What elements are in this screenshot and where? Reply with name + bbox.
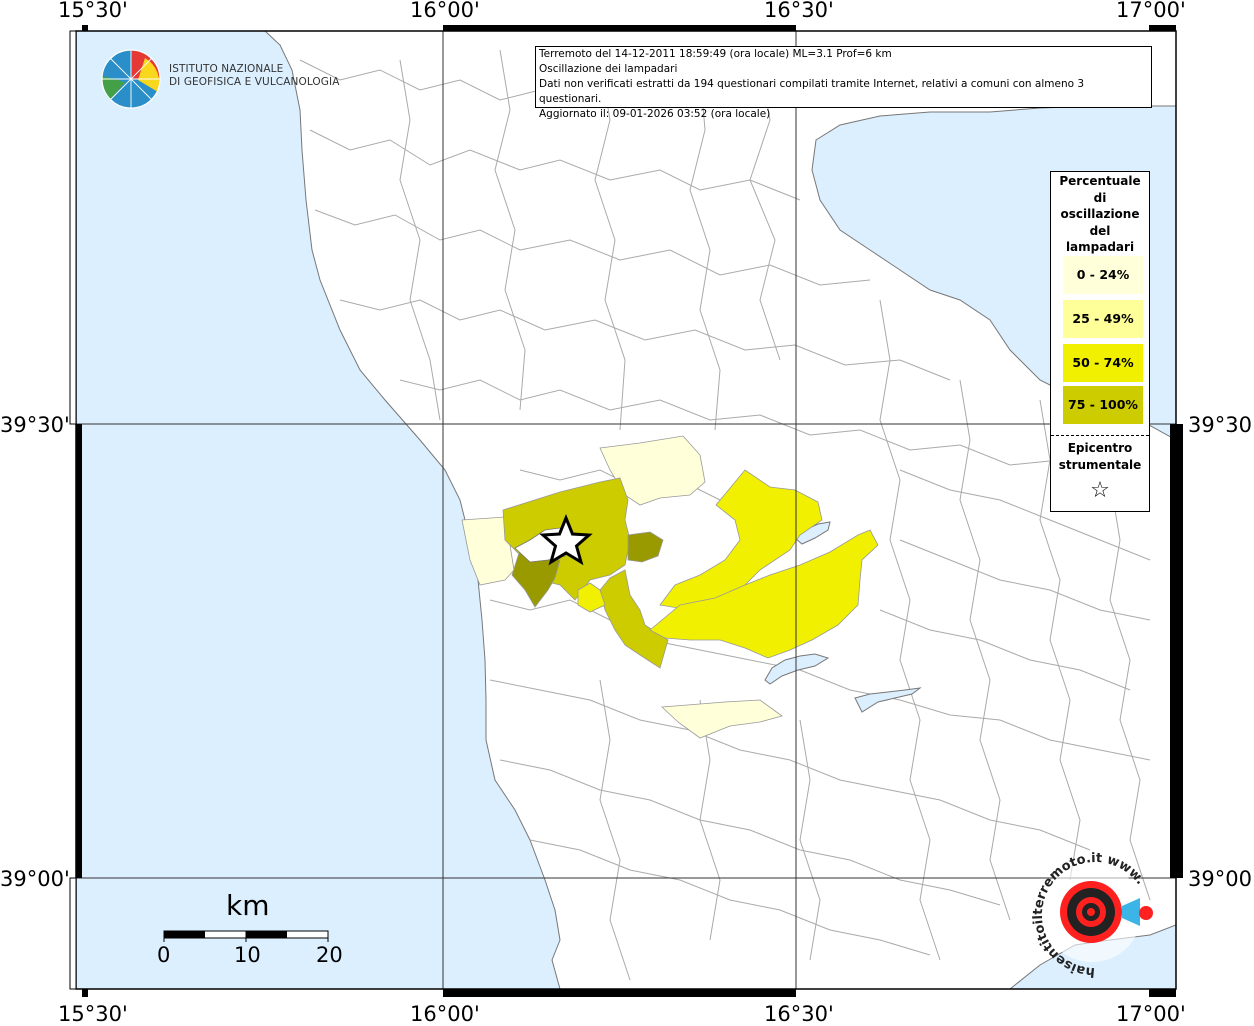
legend-swatch-75-100: 75 - 100%: [1063, 386, 1143, 424]
lon-label-top-2: 16°00': [410, 0, 480, 22]
legend-epicenter-line-2: strumentale: [1058, 457, 1142, 472]
legend-swatch-25-49: 25 - 49%: [1063, 300, 1143, 338]
legend-header-line-3: oscillazione: [1060, 207, 1140, 221]
lon-label-top-4: 17°00': [1116, 0, 1186, 22]
legend-swatch-50-74: 50 - 74%: [1063, 344, 1143, 382]
ingv-globe-icon: [101, 49, 161, 109]
title-line-2: Oscillazione dei lampadari: [539, 63, 678, 75]
lat-label-left-2: 39°00': [0, 867, 70, 891]
badge-text: haisentitoilterremoto.it www.: [1031, 851, 1148, 979]
institute-line-2: DI GEOFISICA E VULCANOLOGIA: [169, 76, 340, 88]
institute-line-1: ISTITUTO NAZIONALE: [169, 63, 284, 75]
lat-label-left-1: 39°30': [0, 413, 70, 437]
legend-header-line-4: del: [1089, 223, 1111, 238]
lon-label-bottom-3: 16°30': [764, 1002, 834, 1026]
scale-unit: km: [226, 889, 270, 922]
legend-header-line-2: di: [1093, 190, 1107, 205]
lon-label-top-1: 15°30': [58, 0, 128, 22]
scale-tick-0: 0: [157, 943, 171, 967]
title-line-1: Terremoto del 14-12-2011 18:59:49 (ora l…: [539, 48, 892, 60]
legend-epicenter-line-1: Epicentro: [1067, 441, 1133, 455]
badge-arc-text: haisentitoilterremoto.it www.: [1031, 851, 1148, 979]
legend-divider: [1051, 435, 1149, 436]
svg-text:haisentitoilterremoto.it www.: haisentitoilterremoto.it www.: [1031, 851, 1148, 979]
legend-header-line-5: lampadari: [1065, 240, 1135, 254]
legend-header: Percentuale di oscillazione del lampadar…: [1051, 172, 1149, 256]
institute-name: ISTITUTO NAZIONALE DI GEOFISICA E VULCAN…: [169, 63, 340, 89]
legend-swatch-0-24: 0 - 24%: [1063, 256, 1143, 294]
scale-tick-10: 10: [234, 943, 261, 967]
title-line-4: Aggiornato il: 09-01-2026 03:52 (ora loc…: [539, 108, 771, 120]
title-line-3: Dati non verificati estratti da 194 ques…: [539, 78, 1085, 105]
lat-label-right-1: 39°30': [1188, 413, 1254, 437]
legend-epicenter-title: Epicentro strumentale: [1051, 440, 1149, 473]
legend-star-icon: ☆: [1090, 478, 1110, 503]
legend: Percentuale di oscillazione del lampadar…: [1050, 171, 1150, 512]
lon-label-top-3: 16°30': [764, 0, 834, 22]
legend-header-line-1: Percentuale: [1059, 174, 1141, 188]
lat-label-right-2: 39°00': [1188, 867, 1254, 891]
scale-bar: [163, 930, 329, 942]
scale-tick-20: 20: [316, 943, 343, 967]
lon-label-bottom-1: 15°30': [58, 1002, 128, 1026]
lon-label-bottom-2: 16°00': [410, 1002, 480, 1026]
title-box: Terremoto del 14-12-2011 18:59:49 (ora l…: [535, 46, 1152, 120]
lon-label-bottom-4: 17°00': [1116, 1002, 1186, 1026]
